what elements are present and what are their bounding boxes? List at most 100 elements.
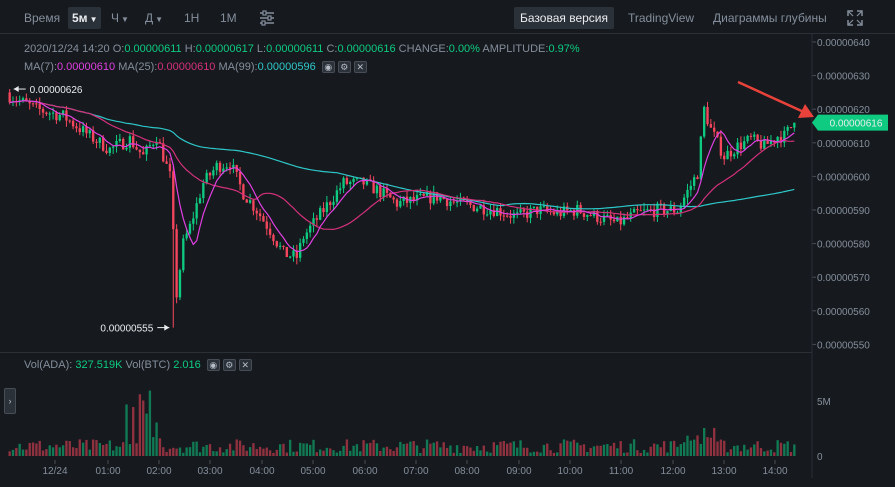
volume-bar [612,442,616,456]
volume-bar [489,452,492,456]
volume-bar [592,446,596,456]
candle-body [315,218,319,220]
candle-body [332,201,335,205]
volume-bar [422,448,425,456]
candle-body [522,209,526,212]
time-axis-label: 04:00 [249,466,274,477]
candle-body [582,213,586,217]
candle-body [51,112,55,114]
volume-bar [679,444,682,456]
volume-bar [118,446,122,456]
candle-body [195,203,198,219]
candle-body [152,144,155,146]
candle-body [252,200,255,211]
candle-body [339,188,342,191]
price-axis-label: 0.00000560 [817,307,870,318]
volume-bar [61,445,65,456]
candle-body [542,206,546,208]
volume-bar [736,445,739,456]
candle-body [31,103,35,105]
candle-body [329,202,332,205]
last-price-label: 0.00000616 [830,119,883,130]
volume-bar [35,443,38,456]
time-axis-label: 12/24 [42,466,67,477]
candle-body [495,208,499,217]
candle-body [699,136,703,180]
candle-body [71,120,75,127]
volume-bar [238,440,242,456]
candle-body [198,198,202,204]
candle-body [395,199,399,207]
candle-body [255,210,258,214]
volume-bar [342,445,345,456]
time-axis-label: 07:00 [403,466,428,477]
volume-bar [696,435,699,456]
candle-body [192,218,195,224]
volume-bar [365,443,369,456]
volume-bar [168,448,172,456]
candle-body [132,136,135,148]
volume-bar [105,443,108,456]
volume-bar [532,451,536,456]
candle-body [218,162,222,172]
volume-bar [636,450,639,456]
candle-body [789,127,793,129]
volume-bar [265,447,268,456]
volume-bar [108,440,112,456]
volume-bar [599,445,602,456]
volume-bar [502,440,506,456]
volume-bar [589,447,592,456]
candle-body [692,177,696,186]
volume-bar [45,449,48,456]
high-marker-label: 0.00000626 [30,85,83,96]
volume-bar [786,441,789,456]
volume-bar [162,447,165,456]
volume-bar [649,446,652,456]
volume-bar [245,450,248,456]
candle-body [739,142,743,150]
volume-bar [452,452,455,456]
candle-body [586,215,589,217]
volume-bar [75,447,78,456]
candle-body [282,245,285,248]
candle-body [472,204,475,212]
candle-body [632,208,636,213]
candle-body [319,208,322,220]
volume-bar [319,449,322,456]
candle-body [8,92,11,103]
volume-bar [335,452,339,456]
volume-bar [15,447,18,456]
candle-body [689,185,692,190]
candle-body [709,124,713,128]
candlestick-chart[interactable]: 0.00000640 0.00000630 0.00000620 0.00000610… [0,0,895,487]
volume-bar [626,452,629,456]
candle-body [445,199,449,207]
candle-body [175,229,178,298]
volume-bar [402,444,405,456]
candle-body [272,234,275,242]
price-axis-label: 0.00000590 [817,206,870,217]
annotation-arrow-line [737,80,807,115]
volume-bar [439,447,442,456]
candle-body [305,232,309,239]
candle-body [696,177,699,180]
candle-body [118,138,122,141]
candle-body [642,209,646,211]
volume-bar [18,443,21,456]
volume-bar [506,443,509,456]
volume-bar [415,445,419,456]
candle-body [292,250,295,257]
candle-body [726,150,729,160]
volume-bar [412,441,415,456]
volume-bar [369,442,372,456]
candle-body [105,150,108,153]
candle-body [185,233,188,239]
volume-bar [522,447,526,456]
volume-bar [218,447,222,456]
volume-bar [68,441,71,456]
candle-body [753,134,756,137]
volume-bar [122,442,125,456]
volume-bar [642,449,646,456]
candle-body [723,155,726,160]
volume-bar [51,447,55,456]
